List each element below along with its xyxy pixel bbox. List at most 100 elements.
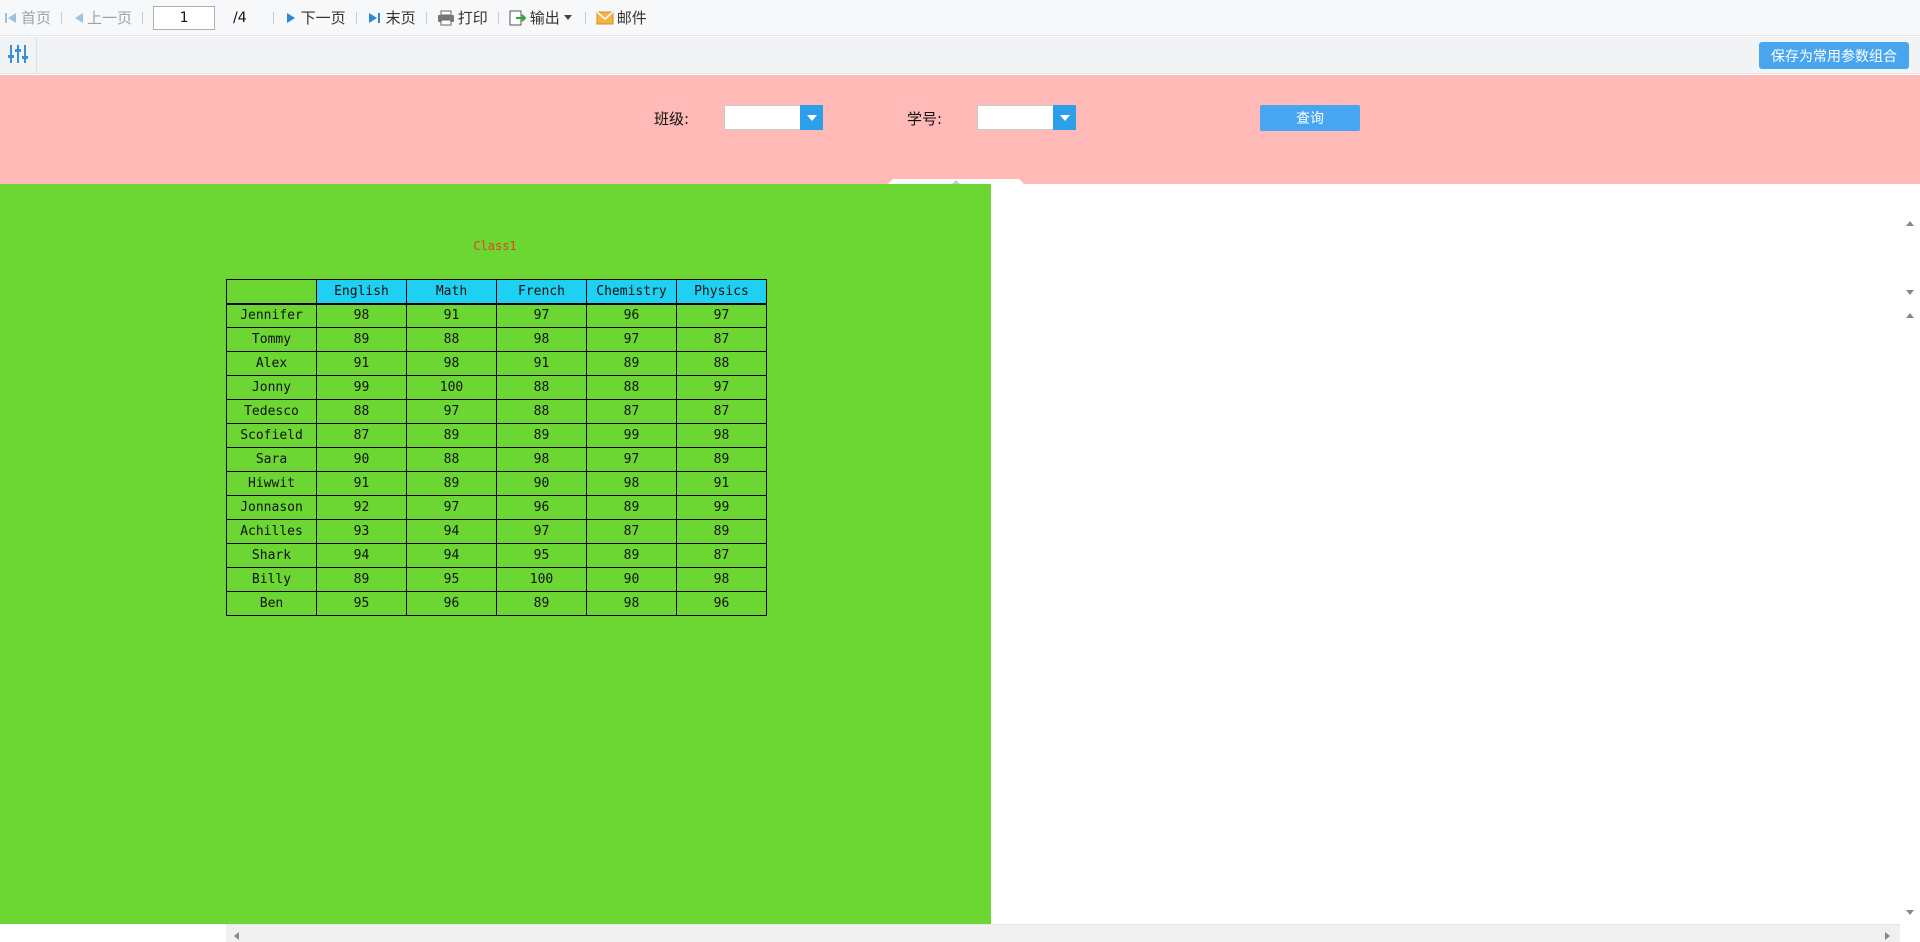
table-row: Ben 95 96 89 98 96 bbox=[226, 591, 767, 616]
student-name-cell: Achilles bbox=[226, 519, 317, 544]
first-page-button[interactable]: 首页 bbox=[0, 0, 55, 36]
first-page-label: 首页 bbox=[21, 9, 52, 27]
student-name-cell: Jonny bbox=[226, 375, 317, 400]
scroll-right-arrow-icon[interactable] bbox=[1882, 929, 1892, 942]
last-page-button[interactable]: 末页 bbox=[363, 0, 420, 36]
student-name-cell: Scofield bbox=[226, 423, 317, 448]
score-cell: 97 bbox=[586, 447, 677, 472]
score-cell: 94 bbox=[406, 519, 497, 544]
table-row: Jonnason 92 97 96 89 99 bbox=[226, 495, 767, 520]
next-page-button[interactable]: 下一页 bbox=[280, 0, 350, 36]
report-title: Class1 bbox=[473, 239, 517, 253]
class-label: 班级: bbox=[654, 110, 690, 128]
student-name-cell: Ben bbox=[226, 591, 317, 616]
student-name-cell: Hiwwit bbox=[226, 471, 317, 496]
caret-down-icon bbox=[563, 14, 572, 21]
score-cell: 91 bbox=[676, 471, 767, 496]
score-cell: 96 bbox=[406, 591, 497, 616]
score-cell: 97 bbox=[406, 399, 497, 424]
chevron-down-icon[interactable] bbox=[1053, 105, 1076, 130]
score-cell: 100 bbox=[496, 567, 587, 592]
score-cell: 96 bbox=[496, 495, 587, 520]
export-menu-button[interactable]: 输出 bbox=[505, 0, 579, 36]
chevron-down-icon[interactable] bbox=[800, 105, 823, 130]
student-name-cell: Sara bbox=[226, 447, 317, 472]
mail-button[interactable]: 邮件 bbox=[592, 0, 651, 36]
score-cell: 88 bbox=[406, 447, 497, 472]
scroll-down-arrow-icon[interactable] bbox=[1900, 904, 1920, 920]
score-cell: 89 bbox=[586, 495, 677, 520]
print-button[interactable]: 打印 bbox=[433, 0, 492, 36]
prev-page-button[interactable]: 上一页 bbox=[68, 0, 136, 36]
print-label: 打印 bbox=[457, 9, 488, 27]
table-header-row: English Math French Chemistry Physics bbox=[226, 279, 767, 304]
student-name-cell: Tommy bbox=[226, 327, 317, 352]
score-cell: 88 bbox=[676, 351, 767, 376]
student-name-cell: Alex bbox=[226, 351, 317, 376]
student-name-cell: Jennifer bbox=[226, 303, 317, 328]
score-cell: 89 bbox=[496, 423, 587, 448]
toolbar-divider bbox=[272, 11, 274, 24]
scroll-up-arrow-icon[interactable] bbox=[1900, 216, 1920, 232]
score-cell: 88 bbox=[406, 327, 497, 352]
report-canvas: Class1 English Math French Chemistry Phy… bbox=[0, 184, 991, 924]
scores-table: English Math French Chemistry Physics Je… bbox=[226, 279, 767, 616]
query-button[interactable]: 查询 bbox=[1260, 105, 1360, 131]
score-cell: 91 bbox=[316, 471, 407, 496]
score-cell: 97 bbox=[496, 519, 587, 544]
score-cell: 99 bbox=[586, 423, 677, 448]
score-cell: 97 bbox=[586, 327, 677, 352]
student-name-cell: Tedesco bbox=[226, 399, 317, 424]
score-cell: 97 bbox=[676, 375, 767, 400]
scroll-up-arrow-icon[interactable] bbox=[1900, 308, 1920, 324]
last-page-label: 末页 bbox=[385, 9, 416, 27]
score-cell: 88 bbox=[316, 399, 407, 424]
score-cell: 87 bbox=[676, 399, 767, 424]
scroll-down-arrow-icon[interactable] bbox=[1900, 284, 1920, 300]
score-cell: 100 bbox=[406, 375, 497, 400]
score-cell: 90 bbox=[316, 447, 407, 472]
table-row: Jennifer 98 91 97 96 97 bbox=[226, 303, 767, 328]
collapse-panel-tab[interactable] bbox=[885, 175, 1027, 187]
table-row: Billy 89 95 100 90 98 bbox=[226, 567, 767, 592]
score-cell: 89 bbox=[406, 471, 497, 496]
last-page-icon bbox=[367, 11, 383, 25]
score-cell: 87 bbox=[586, 399, 677, 424]
table-row: Sara 90 88 98 97 89 bbox=[226, 447, 767, 472]
score-cell: 89 bbox=[676, 519, 767, 544]
score-cell: 91 bbox=[496, 351, 587, 376]
params-settings-button[interactable] bbox=[0, 37, 37, 74]
score-cell: 92 bbox=[316, 495, 407, 520]
next-page-icon bbox=[284, 11, 298, 25]
score-cell: 98 bbox=[586, 591, 677, 616]
student-id-label: 学号: bbox=[907, 110, 943, 128]
score-cell: 98 bbox=[676, 567, 767, 592]
score-cell: 96 bbox=[586, 303, 677, 328]
score-cell: 91 bbox=[406, 303, 497, 328]
score-cell: 98 bbox=[676, 423, 767, 448]
first-page-icon bbox=[4, 11, 18, 25]
score-cell: 87 bbox=[316, 423, 407, 448]
score-cell: 89 bbox=[316, 567, 407, 592]
score-cell: 97 bbox=[406, 495, 497, 520]
score-cell: 88 bbox=[496, 399, 587, 424]
score-cell: 89 bbox=[496, 591, 587, 616]
prev-page-label: 上一页 bbox=[87, 9, 133, 27]
table-row: Achilles 93 94 97 87 89 bbox=[226, 519, 767, 544]
scroll-left-arrow-icon[interactable] bbox=[232, 929, 242, 942]
score-cell: 88 bbox=[586, 375, 677, 400]
score-cell: 97 bbox=[676, 303, 767, 328]
save-param-combo-button[interactable]: 保存为常用参数组合 bbox=[1759, 42, 1909, 69]
score-cell: 95 bbox=[406, 567, 497, 592]
class-select[interactable] bbox=[724, 105, 823, 130]
export-icon bbox=[509, 9, 527, 27]
export-label: 输出 bbox=[529, 9, 560, 27]
student-id-select[interactable] bbox=[977, 105, 1076, 130]
score-cell: 97 bbox=[496, 303, 587, 328]
student-name-cell: Jonnason bbox=[226, 495, 317, 520]
horizontal-scrollbar[interactable] bbox=[226, 924, 1900, 942]
toolbar-divider bbox=[142, 11, 144, 24]
params-bar: 保存为常用参数组合 bbox=[0, 37, 1920, 74]
page-number-input[interactable] bbox=[153, 5, 216, 30]
toolbar-divider bbox=[497, 11, 499, 24]
